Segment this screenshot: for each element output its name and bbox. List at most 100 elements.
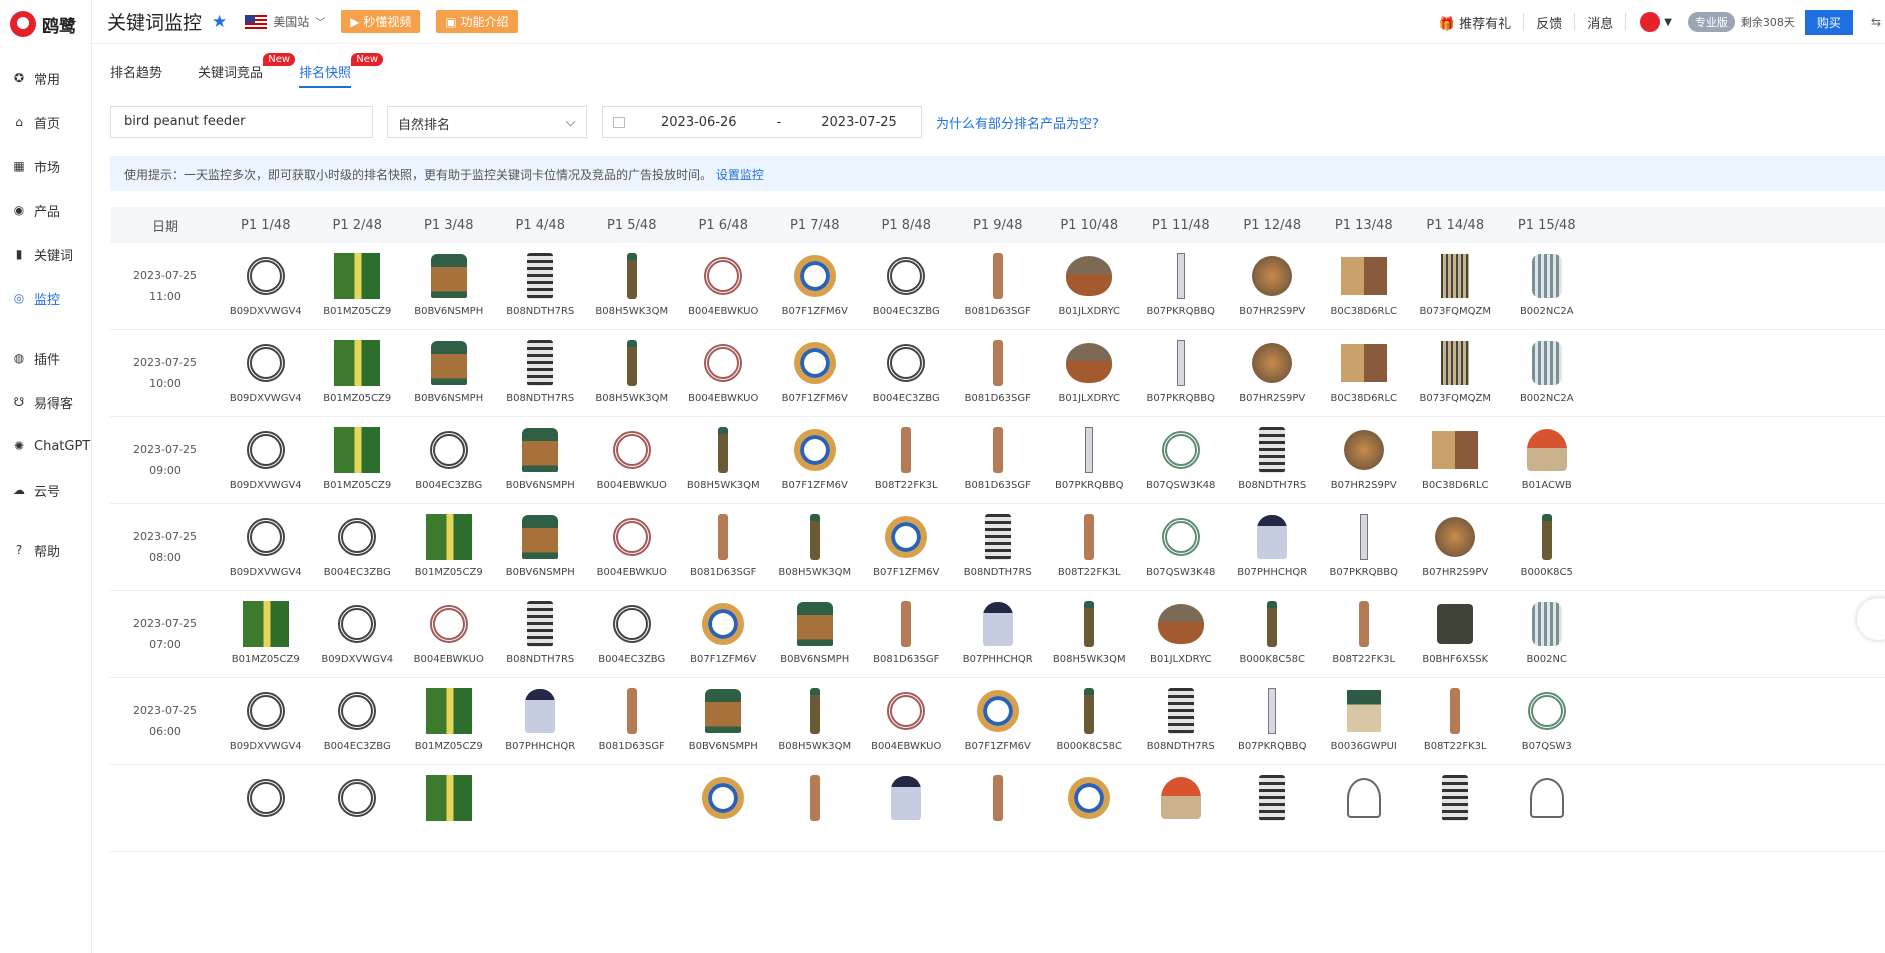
- product-asin[interactable]: B08T22FK3L: [875, 480, 938, 491]
- product-cell[interactable]: B081D63SGF: [586, 678, 678, 764]
- product-cell[interactable]: B004EBWKUO: [861, 678, 953, 764]
- product-asin[interactable]: B09DXVWGV4: [321, 654, 393, 665]
- intro-button[interactable]: ▣ 功能介绍: [436, 10, 518, 33]
- product-asin[interactable]: B004EBWKUO: [688, 393, 758, 404]
- product-image[interactable]: [422, 338, 476, 388]
- product-image[interactable]: [1154, 251, 1208, 301]
- product-cell[interactable]: [678, 765, 770, 851]
- product-image[interactable]: [696, 686, 750, 736]
- product-cell[interactable]: [586, 765, 678, 851]
- product-asin[interactable]: B07HR2S9PV: [1331, 480, 1397, 491]
- product-cell[interactable]: B07QSW3: [1501, 678, 1593, 764]
- product-image[interactable]: [513, 512, 567, 562]
- product-image[interactable]: [330, 512, 384, 562]
- product-cell[interactable]: B004EC3ZBG: [312, 678, 404, 764]
- product-image[interactable]: [1337, 599, 1391, 649]
- product-cell[interactable]: B0BV6NSMPH: [403, 243, 495, 329]
- product-cell[interactable]: B000K8C58C: [1044, 678, 1136, 764]
- product-asin[interactable]: B07QSW3K48: [1146, 480, 1215, 491]
- product-cell[interactable]: B07PKRQBBQ: [1318, 504, 1410, 590]
- messages-link[interactable]: 消息: [1587, 13, 1613, 32]
- product-image[interactable]: [605, 773, 659, 823]
- product-cell[interactable]: B01JLXDRYC: [1044, 330, 1136, 416]
- product-image[interactable]: [1520, 425, 1574, 475]
- product-asin[interactable]: B01MZ05CZ9: [323, 480, 391, 491]
- product-asin[interactable]: B09DXVWGV4: [230, 567, 302, 578]
- product-asin[interactable]: B09DXVWGV4: [230, 480, 302, 491]
- product-asin[interactable]: B004EC3ZBG: [415, 480, 482, 491]
- product-cell[interactable]: B0BV6NSMPH: [678, 678, 770, 764]
- date-range-picker[interactable]: 2023-06-26 - 2023-07-25: [602, 106, 922, 138]
- product-asin[interactable]: B07F1ZFM6V: [690, 654, 756, 665]
- product-image[interactable]: [239, 251, 293, 301]
- product-cell[interactable]: B01MZ05CZ9: [220, 591, 312, 677]
- rank-type-select[interactable]: 自然排名: [387, 106, 587, 138]
- product-image[interactable]: [1520, 251, 1574, 301]
- product-image[interactable]: [330, 425, 384, 475]
- product-asin[interactable]: B000K8C58C: [1239, 654, 1305, 665]
- product-cell[interactable]: B004EBWKUO: [586, 504, 678, 590]
- product-cell[interactable]: B07PHHCHQR: [1227, 504, 1319, 590]
- date-end[interactable]: 2023-07-25: [821, 115, 897, 130]
- product-image[interactable]: [513, 599, 567, 649]
- product-asin[interactable]: B073FQMQZM: [1419, 306, 1491, 317]
- product-image[interactable]: [788, 425, 842, 475]
- product-cell[interactable]: B073FQMQZM: [1410, 330, 1502, 416]
- product-asin[interactable]: B08NDTH7RS: [506, 654, 574, 665]
- product-image[interactable]: [788, 773, 842, 823]
- product-cell[interactable]: B08T22FK3L: [1044, 504, 1136, 590]
- product-cell[interactable]: [1410, 765, 1502, 851]
- product-asin[interactable]: B081D63SGF: [690, 567, 756, 578]
- switch-icon[interactable]: ⇆: [1871, 15, 1881, 29]
- product-image[interactable]: [1428, 425, 1482, 475]
- product-image[interactable]: [696, 251, 750, 301]
- product-asin[interactable]: B081D63SGF: [965, 306, 1031, 317]
- product-cell[interactable]: B09DXVWGV4: [220, 330, 312, 416]
- product-asin[interactable]: B07PHHCHQR: [1237, 567, 1307, 578]
- product-asin[interactable]: B08NDTH7RS: [506, 306, 574, 317]
- product-image[interactable]: [1428, 512, 1482, 562]
- product-asin[interactable]: B01MZ05CZ9: [323, 306, 391, 317]
- product-asin[interactable]: B07QSW3: [1522, 741, 1572, 752]
- favorite-star-icon[interactable]: ★: [212, 12, 227, 32]
- product-asin[interactable]: B0BV6NSMPH: [414, 393, 483, 404]
- product-image[interactable]: [696, 338, 750, 388]
- product-cell[interactable]: B08NDTH7RS: [1135, 678, 1227, 764]
- product-cell[interactable]: [1227, 765, 1319, 851]
- product-image[interactable]: [971, 599, 1025, 649]
- product-image[interactable]: [1337, 251, 1391, 301]
- product-image[interactable]: [1428, 773, 1482, 823]
- product-cell[interactable]: B081D63SGF: [952, 243, 1044, 329]
- product-image[interactable]: [1337, 425, 1391, 475]
- product-cell[interactable]: B002NC2A: [1501, 330, 1593, 416]
- product-image[interactable]: [330, 773, 384, 823]
- product-image[interactable]: [1337, 512, 1391, 562]
- product-cell[interactable]: B01JLXDRYC: [1135, 591, 1227, 677]
- product-cell[interactable]: B004EBWKUO: [586, 417, 678, 503]
- product-asin[interactable]: B004EC3ZBG: [324, 567, 391, 578]
- product-image[interactable]: [879, 686, 933, 736]
- product-cell[interactable]: [495, 765, 587, 851]
- product-image[interactable]: [1154, 425, 1208, 475]
- product-cell[interactable]: B01MZ05CZ9: [312, 417, 404, 503]
- product-image[interactable]: [879, 251, 933, 301]
- product-cell[interactable]: B07PKRQBBQ: [1044, 417, 1136, 503]
- product-image[interactable]: [330, 338, 384, 388]
- product-asin[interactable]: B01JLXDRYC: [1150, 654, 1212, 665]
- product-image[interactable]: [422, 251, 476, 301]
- product-image[interactable]: [879, 773, 933, 823]
- product-image[interactable]: [1062, 251, 1116, 301]
- product-asin[interactable]: B07F1ZFM6V: [782, 393, 848, 404]
- product-cell[interactable]: B08T22FK3L: [861, 417, 953, 503]
- product-image[interactable]: [1062, 512, 1116, 562]
- product-image[interactable]: [422, 512, 476, 562]
- product-asin[interactable]: B08H5WK3QM: [778, 567, 851, 578]
- product-cell[interactable]: B08H5WK3QM: [769, 678, 861, 764]
- product-cell[interactable]: B01ACWB: [1501, 417, 1593, 503]
- product-asin[interactable]: B09DXVWGV4: [230, 393, 302, 404]
- sidebar-item[interactable]: ⌂ 首页: [0, 100, 91, 144]
- product-asin[interactable]: B0BV6NSMPH: [689, 741, 758, 752]
- product-cell[interactable]: B08T22FK3L: [1410, 678, 1502, 764]
- tab-keyword-competitors[interactable]: 关键词竞品 New: [198, 53, 296, 88]
- product-cell[interactable]: B07QSW3K48: [1135, 504, 1227, 590]
